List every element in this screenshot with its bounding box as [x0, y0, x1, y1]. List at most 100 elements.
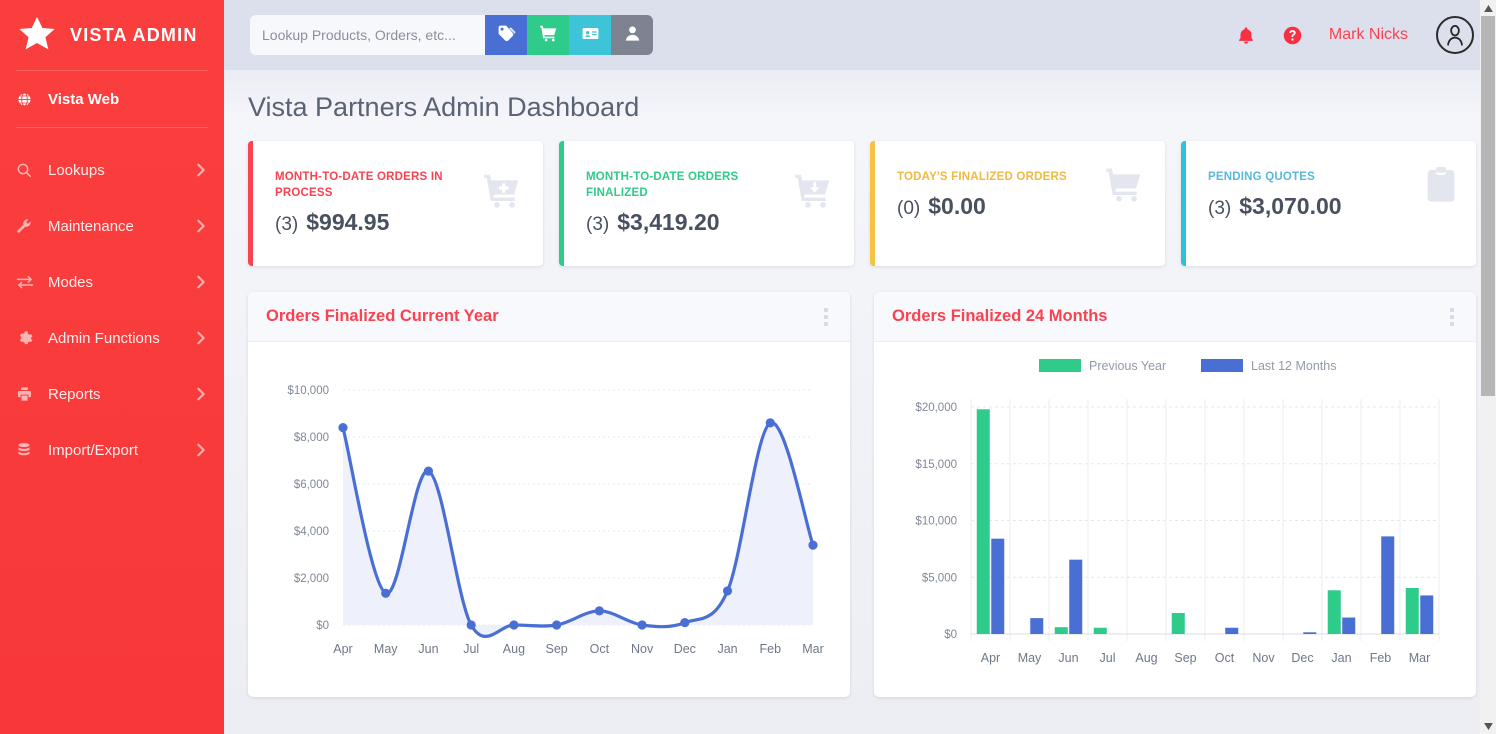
page-content: Vista Partners Admin Dashboard MONTH-TO-… — [224, 70, 1496, 697]
sidebar-item-label: Modes — [48, 273, 94, 291]
cart-button[interactable] — [527, 15, 569, 55]
svg-text:Jul: Jul — [1100, 651, 1116, 665]
svg-text:$2,000: $2,000 — [294, 573, 329, 585]
kebab-menu-icon[interactable] — [816, 302, 836, 332]
svg-text:May: May — [1018, 651, 1042, 665]
chart-panels: Orders Finalized Current Year $0 $2,000 $4… — [248, 292, 1476, 697]
topbar: Mark Nicks — [224, 0, 1496, 70]
sidebar: VISTA ADMIN Vista Web Lookups Maintenanc… — [0, 0, 224, 734]
svg-text:May: May — [374, 642, 398, 656]
svg-text:Feb: Feb — [1370, 651, 1392, 665]
card-button[interactable] — [569, 15, 611, 55]
panel-title: Orders Finalized Current Year — [266, 307, 499, 325]
search-group — [250, 15, 653, 55]
panel-title: Orders Finalized 24 Months — [892, 307, 1108, 325]
gear-icon — [16, 330, 38, 347]
stat-value: (3) $3,070.00 — [1208, 193, 1460, 220]
svg-text:$15,000: $15,000 — [915, 459, 957, 471]
stat-label: MONTH-TO-DATE ORDERS IN PROCESS — [275, 171, 443, 199]
stat-card-todays-finalized-orders[interactable]: TODAY'S FINALIZED ORDERS (0) $0.00 — [870, 141, 1165, 266]
question-circle-icon[interactable] — [1282, 25, 1303, 46]
chevron-right-icon — [196, 331, 206, 345]
svg-text:Apr: Apr — [981, 651, 1000, 665]
sidebar-item-admin-functions[interactable]: Admin Functions — [0, 310, 224, 366]
app-root: VISTA ADMIN Vista Web Lookups Maintenanc… — [0, 0, 1496, 734]
search-icon — [16, 162, 38, 178]
panel-orders-finalized-current-year: Orders Finalized Current Year $0 $2,000 $4… — [248, 292, 850, 697]
scroll-up-arrow-icon[interactable] — [1480, 0, 1496, 16]
svg-text:Nov: Nov — [631, 642, 654, 656]
topbar-right: Mark Nicks — [1236, 16, 1474, 54]
sidebar-item-label: Import/Export — [48, 441, 139, 459]
stat-amount: $3,419.20 — [617, 209, 720, 235]
svg-text:$8,000: $8,000 — [294, 432, 329, 444]
main-area: Mark Nicks Vista Partners Admin Dashboar… — [224, 0, 1496, 734]
svg-text:$0: $0 — [316, 620, 329, 632]
sidebar-item-label: Reports — [48, 385, 101, 403]
stat-label: MONTH-TO-DATE ORDERS FINALIZED — [586, 171, 739, 199]
scrollbar-thumb[interactable] — [1481, 16, 1495, 396]
stat-amount: $994.95 — [306, 209, 390, 235]
svg-text:Sep: Sep — [546, 642, 568, 656]
avatar[interactable] — [1436, 16, 1474, 54]
sidebar-item-reports[interactable]: Reports — [0, 366, 224, 422]
svg-text:Jul: Jul — [463, 642, 479, 656]
search-input[interactable] — [250, 15, 485, 55]
chevron-right-icon — [196, 443, 206, 457]
svg-text:$5,000: $5,000 — [922, 572, 957, 584]
bell-icon[interactable] — [1236, 25, 1256, 46]
sidebar-item-label: Maintenance — [48, 217, 134, 235]
user-button[interactable] — [611, 15, 653, 55]
brand[interactable]: VISTA ADMIN — [0, 0, 224, 70]
panel-body: $0 $2,000 $4,000 $6,000 $8,000 $10,000 Apr May J… — [248, 342, 850, 697]
sidebar-item-lookups[interactable]: Lookups — [0, 142, 224, 198]
svg-text:$0: $0 — [944, 629, 957, 641]
svg-text:Dec: Dec — [1291, 651, 1313, 665]
kebab-menu-icon[interactable] — [1442, 302, 1462, 332]
panel-body: Previous Year Last 12 Months $0 $5,000 $10,0… — [874, 342, 1476, 697]
sidebar-item-modes[interactable]: Modes — [0, 254, 224, 310]
vertical-scrollbar[interactable] — [1480, 0, 1496, 734]
scroll-down-arrow-icon[interactable] — [1480, 718, 1496, 734]
bar-chart[interactable]: Previous Year Last 12 Months $0 $5,000 $10,0… — [874, 342, 1476, 697]
stat-label: TODAY'S FINALIZED ORDERS — [897, 171, 1067, 183]
exchange-icon — [16, 274, 38, 290]
sidebar-item-vista-web[interactable]: Vista Web — [0, 71, 224, 127]
stat-count: (3) — [586, 214, 610, 235]
svg-text:Jan: Jan — [717, 642, 737, 656]
sidebar-item-maintenance[interactable]: Maintenance — [0, 198, 224, 254]
svg-text:Previous Year: Previous Year — [1089, 359, 1166, 373]
stat-amount: $3,070.00 — [1239, 193, 1342, 219]
svg-text:Aug: Aug — [503, 642, 525, 656]
stat-card-orders-in-process[interactable]: MONTH-TO-DATE ORDERS IN PROCESS (3) $994.… — [248, 141, 543, 266]
stat-label: PENDING QUOTES — [1208, 171, 1315, 183]
tag-button[interactable] — [485, 15, 527, 55]
user-name[interactable]: Mark Nicks — [1329, 26, 1408, 44]
svg-text:Jan: Jan — [1331, 651, 1351, 665]
svg-text:Last 12 Months: Last 12 Months — [1251, 359, 1336, 373]
sidebar-item-import-export[interactable]: Import/Export — [0, 422, 224, 478]
line-chart[interactable]: $0 $2,000 $4,000 $6,000 $8,000 $10,000 Apr May J… — [248, 342, 850, 697]
stat-card-orders-finalized[interactable]: MONTH-TO-DATE ORDERS FINALIZED (3) $3,419… — [559, 141, 854, 266]
star-icon — [16, 14, 58, 56]
svg-text:Jun: Jun — [1058, 651, 1078, 665]
id-card-icon — [581, 24, 600, 46]
svg-text:Aug: Aug — [1135, 651, 1157, 665]
svg-text:$6,000: $6,000 — [294, 479, 329, 491]
sidebar-item-label: Vista Web — [48, 90, 120, 108]
svg-text:$20,000: $20,000 — [915, 402, 957, 414]
chevron-right-icon — [196, 387, 206, 401]
panel-orders-finalized-24-months: Orders Finalized 24 Months Previous Year… — [874, 292, 1476, 697]
svg-text:Dec: Dec — [674, 642, 696, 656]
page-title: Vista Partners Admin Dashboard — [248, 92, 640, 122]
chevron-right-icon — [196, 163, 206, 177]
stat-count: (0) — [897, 198, 921, 219]
svg-text:$10,000: $10,000 — [287, 385, 329, 397]
svg-text:Mar: Mar — [1409, 651, 1431, 665]
tags-icon — [497, 24, 516, 46]
svg-text:Oct: Oct — [1215, 651, 1235, 665]
chevron-right-icon — [196, 275, 206, 289]
cart-arrow-down-icon — [790, 171, 836, 216]
stat-card-pending-quotes[interactable]: PENDING QUOTES (3) $3,070.00 — [1181, 141, 1476, 266]
sidebar-nav: Lookups Maintenance Modes Admin Function… — [0, 128, 224, 478]
